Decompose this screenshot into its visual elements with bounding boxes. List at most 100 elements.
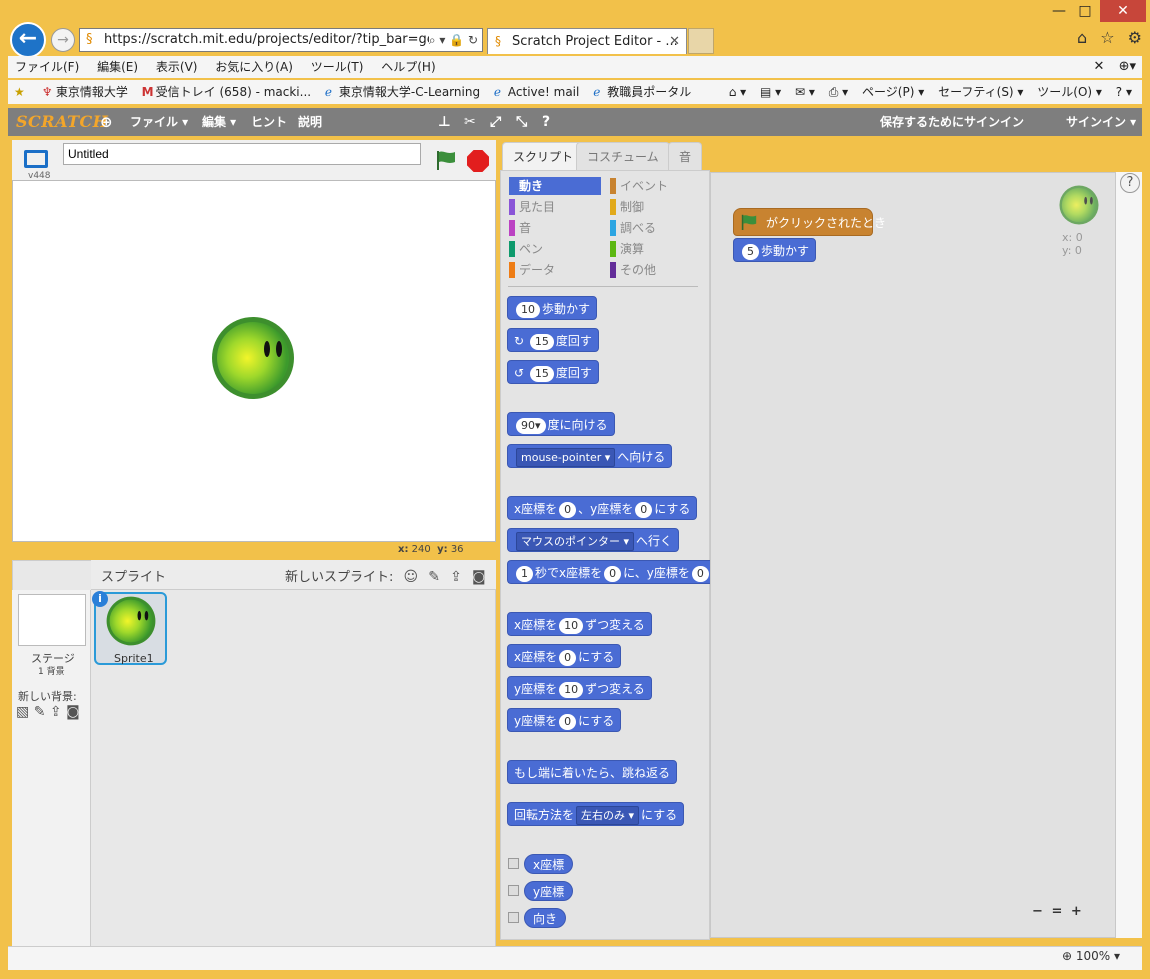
reporter-y-position[interactable]: y座標 [524, 881, 574, 901]
block-bounce[interactable]: もし端に着いたら、跳ね返る [507, 760, 678, 784]
category-data[interactable]: データ [509, 261, 601, 279]
checkbox-x-position[interactable] [508, 858, 519, 869]
block-change-y[interactable]: y座標を 10 ずつ変える [507, 676, 652, 700]
scratch-logo[interactable]: SCRATCH [16, 112, 108, 131]
translate-icon[interactable]: ⊕▾ [1119, 59, 1136, 74]
address-bar[interactable]: § https://scratch.mit.edu/projects/edito… [79, 28, 483, 52]
shrink-icon[interactable]: ⤡ [516, 108, 527, 136]
upload-icon[interactable]: ⇪ [450, 569, 462, 585]
script-move-block[interactable]: 5 歩動かす [733, 238, 817, 262]
help-icon[interactable]: ? [1120, 173, 1140, 193]
menu-view[interactable]: 表示(V) [149, 56, 205, 78]
reporter-x-position[interactable]: x座標 [524, 854, 574, 874]
favorites-star-icon[interactable]: ★ [14, 80, 28, 104]
category-looks[interactable]: 見た目 [509, 198, 601, 216]
paint-icon[interactable]: ✎ [428, 569, 440, 585]
menu-file[interactable]: ファイル(F) [8, 56, 86, 78]
favorite-link-3[interactable]: ℯ 東京情報大学-C-Learning [325, 80, 480, 104]
help-icon[interactable]: ? ▾ [1116, 85, 1132, 99]
paint-icon[interactable]: ✎ [34, 704, 46, 720]
scratch-menu-file[interactable]: ファイル ▾ [130, 108, 188, 136]
category-control[interactable]: 制御 [610, 198, 702, 216]
block-set-x[interactable]: x座標を 0 にする [507, 644, 622, 668]
upload-icon[interactable]: ⇪ [50, 704, 62, 720]
category-sensing[interactable]: 調べる [610, 219, 702, 237]
block-goto-xy[interactable]: x座標を 0 、y座標を 0 にする [507, 496, 698, 520]
menu-favorites[interactable]: お気に入り(A) [208, 56, 300, 78]
camera-icon[interactable]: ◙ [66, 704, 80, 720]
block-change-x[interactable]: x座標を 10 ずつ変える [507, 612, 652, 636]
sprite-ball[interactable] [211, 316, 295, 400]
scratch-menu-tips[interactable]: ヒント [251, 108, 287, 136]
project-title-input[interactable] [63, 143, 421, 165]
category-events[interactable]: イベント [610, 177, 702, 195]
block-point-towards[interactable]: mouse-pointer ▾ へ向ける [507, 444, 673, 468]
star-icon[interactable]: ☆ [1100, 28, 1114, 47]
forward-button[interactable]: → [51, 28, 75, 52]
scratch-menu-edit[interactable]: 編集 ▾ [202, 108, 236, 136]
safety-menu[interactable]: セーフティ(S) ▾ [938, 85, 1023, 99]
zoom-in-icon[interactable]: + [1071, 904, 1082, 919]
back-button[interactable]: ← [10, 22, 46, 58]
info-icon[interactable]: i [92, 591, 108, 607]
favorite-link-2[interactable]: M 受信トレイ (658) - macki... [142, 80, 311, 104]
favorite-link-4[interactable]: ℯ Active! mail [494, 80, 579, 104]
cut-icon[interactable]: ✂ [464, 108, 476, 136]
block-move-steps[interactable]: 10 歩動かす [507, 296, 598, 320]
favorite-link-5[interactable]: ℯ 教職員ポータル [593, 80, 691, 104]
address-tools[interactable]: ⌕ ▾ 🔒 ↻ [428, 29, 478, 51]
globe-icon[interactable]: ⊕ [100, 108, 113, 136]
category-sound[interactable]: 音 [509, 219, 601, 237]
save-signin-link[interactable]: 保存するためにサインイン [880, 108, 1024, 136]
browser-zoom[interactable]: ⊕ 100% ▾ [1062, 949, 1120, 963]
checkbox-direction[interactable] [508, 912, 519, 923]
grow-icon[interactable]: ⤢ [490, 108, 501, 136]
print-icon[interactable]: ⎙ ▾ [829, 85, 848, 99]
scratch-menu-about[interactable]: 説明 [298, 108, 322, 136]
gear-icon[interactable]: ⚙ [1128, 28, 1142, 47]
block-glide[interactable]: 1秒でx座標を0に、y座標を0に [507, 560, 710, 584]
favorite-link-1[interactable]: ♆ 東京情報大学 [42, 80, 128, 104]
home-dropdown-icon[interactable]: ⌂ ▾ [729, 85, 746, 99]
browser-tab-active[interactable]: § Scratch Project Editor - ... ✕ [487, 28, 687, 54]
new-tab-button[interactable] [688, 28, 714, 54]
camera-icon[interactable]: ◙ [472, 569, 486, 585]
green-flag-icon[interactable] [435, 150, 457, 170]
category-pen[interactable]: ペン [509, 240, 601, 258]
zoom-out-icon[interactable]: − [1032, 904, 1043, 919]
block-turn-left[interactable]: ↺ 15 度回す [507, 360, 599, 384]
home-icon[interactable]: ⌂ [1077, 28, 1087, 47]
reporter-direction[interactable]: 向き [524, 908, 567, 928]
menu-tools[interactable]: ツール(T) [304, 56, 371, 78]
tab-close-icon[interactable]: ✕ [669, 29, 680, 55]
close-icon[interactable]: ✕ [1094, 59, 1105, 74]
menu-edit[interactable]: 編集(E) [90, 56, 145, 78]
maximize-button[interactable]: □ [1068, 0, 1102, 22]
checkbox-y-position[interactable] [508, 885, 519, 896]
mail-icon[interactable]: ✉ ▾ [795, 85, 815, 99]
stage-thumbnail[interactable] [18, 594, 86, 646]
feeds-icon[interactable]: ▤ ▾ [760, 85, 781, 99]
block-help-icon[interactable]: ? [542, 108, 550, 136]
tab-sounds[interactable]: 音 [668, 142, 703, 170]
menu-help[interactable]: ヘルプ(H) [374, 56, 442, 78]
close-window-button[interactable]: ✕ [1100, 0, 1146, 22]
signin-button[interactable]: サインイン ▾ [1066, 108, 1136, 136]
tab-scripts[interactable]: スクリプト [502, 142, 585, 170]
category-operators[interactable]: 演算 [610, 240, 702, 258]
block-goto[interactable]: マウスのポインター ▾ へ行く [507, 528, 680, 552]
category-more[interactable]: その他 [610, 261, 702, 279]
page-menu[interactable]: ページ(P) ▾ [862, 85, 924, 99]
fullscreen-icon[interactable] [24, 150, 48, 168]
category-motion[interactable]: 動き [509, 177, 601, 195]
tools-menu[interactable]: ツール(O) ▾ [1037, 85, 1102, 99]
sprite-library-icon[interactable]: ☺ [404, 569, 419, 585]
block-set-y[interactable]: y座標を 0 にする [507, 708, 622, 732]
backdrop-library-icon[interactable]: ▧ [16, 704, 29, 720]
stamp-icon[interactable]: ⊥ [438, 108, 451, 136]
zoom-reset-icon[interactable]: = [1051, 904, 1062, 919]
tab-costumes[interactable]: コスチューム [576, 142, 670, 170]
block-rotation-style[interactable]: 回転方法を 左右のみ ▾ にする [507, 802, 685, 826]
script-area[interactable] [710, 172, 1116, 938]
block-point-direction[interactable]: 90▾ 度に向ける [507, 412, 615, 436]
